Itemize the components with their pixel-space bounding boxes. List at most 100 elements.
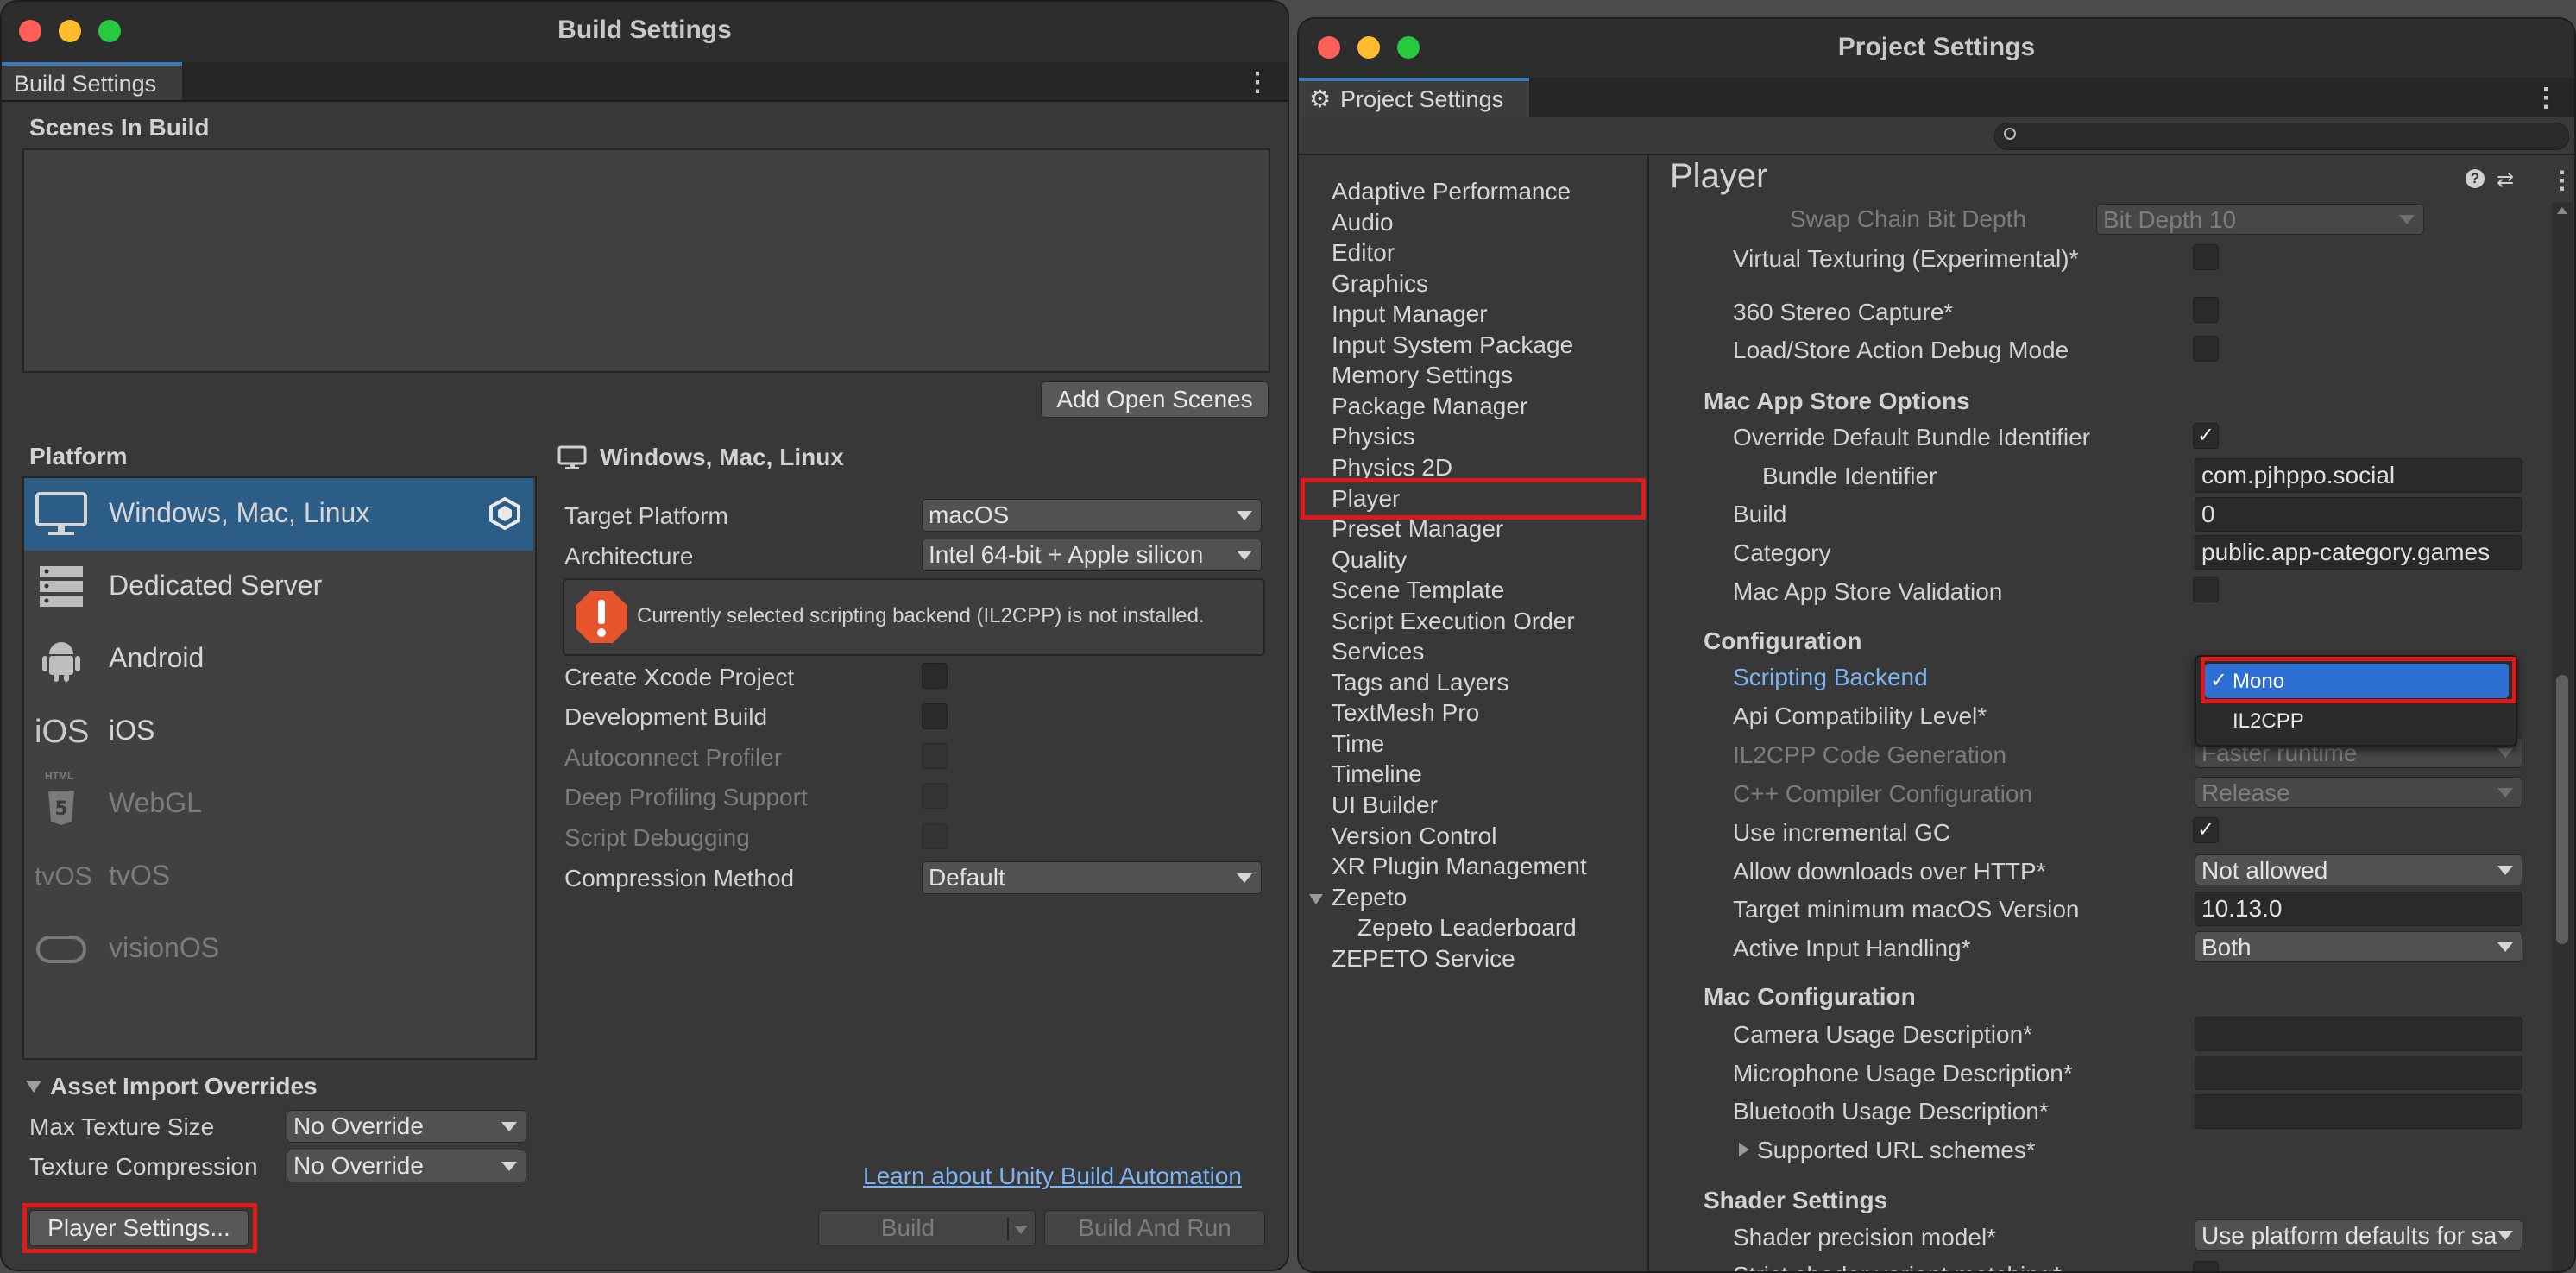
add-open-scenes-button[interactable]: Add Open Scenes: [1041, 381, 1269, 418]
nav-item[interactable]: Script Execution Order: [1332, 608, 1575, 635]
nav-item[interactable]: Editor: [1332, 239, 1395, 267]
panel-scrollbar[interactable]: [2552, 202, 2573, 1271]
virtual-texturing-checkbox[interactable]: [2193, 244, 2219, 270]
search-input[interactable]: [1994, 123, 2569, 150]
nav-item[interactable]: Services: [1332, 638, 1424, 665]
store-validation-checkbox[interactable]: [2193, 577, 2219, 602]
platform-item-android[interactable]: Android: [24, 623, 533, 696]
nav-item[interactable]: Timeline: [1332, 760, 1422, 788]
backend-warning-box: Currently selected scripting backend (IL…: [563, 578, 1265, 656]
texture-compression-label: Texture Compression: [29, 1153, 258, 1180]
more-options-icon[interactable]: ⋮: [2533, 83, 2559, 113]
platform-item-visionos[interactable]: visionOS: [24, 913, 533, 986]
nav-item[interactable]: XR Plugin Management: [1332, 853, 1587, 880]
dropdown-value: macOS: [929, 501, 1010, 528]
nav-item[interactable]: Input System Package: [1332, 331, 1573, 359]
shader-precision-dropdown[interactable]: Use platform defaults for sa: [2195, 1219, 2522, 1251]
preset-icon[interactable]: ⇄: [2497, 167, 2514, 192]
category-field[interactable]: public.app-category.games: [2195, 535, 2522, 570]
camera-usage-field[interactable]: [2195, 1017, 2522, 1051]
scrollbar-thumb[interactable]: [2556, 675, 2568, 944]
development-build-checkbox[interactable]: [922, 703, 948, 729]
nav-item[interactable]: Preset Manager: [1332, 515, 1503, 543]
platform-item-webgl[interactable]: 5 HTML WebGL: [24, 768, 533, 841]
target-macos-field[interactable]: 10.13.0: [2195, 892, 2522, 926]
platform-item-dedicated-server[interactable]: Dedicated Server: [24, 551, 533, 623]
more-options-icon[interactable]: ⋮: [1244, 67, 1270, 98]
nav-item[interactable]: Tags and Layers: [1332, 669, 1508, 696]
texture-compression-dropdown[interactable]: No Override: [287, 1150, 526, 1182]
more-options-icon[interactable]: ⋮: [2550, 166, 2574, 194]
chevron-down-icon: [1237, 873, 1252, 883]
project-titlebar[interactable]: Project Settings: [1299, 19, 2574, 79]
nav-item[interactable]: TextMesh Pro: [1332, 699, 1479, 727]
learn-build-automation-link[interactable]: Learn about Unity Build Automation: [863, 1163, 1242, 1190]
asset-import-overrides-header[interactable]: Asset Import Overrides: [50, 1073, 318, 1100]
nav-item[interactable]: Graphics: [1332, 270, 1428, 298]
stereo-capture-checkbox[interactable]: [2193, 297, 2219, 323]
incremental-gc-checkbox[interactable]: ✓: [2193, 817, 2219, 843]
nav-item[interactable]: Physics: [1332, 423, 1414, 451]
override-bundle-checkbox[interactable]: ✓: [2193, 423, 2219, 449]
tab-build-settings[interactable]: Build Settings: [2, 62, 183, 100]
url-schemes-label[interactable]: Supported URL schemes*: [1757, 1137, 2036, 1164]
expand-arrow-icon[interactable]: [1309, 894, 1323, 904]
target-platform-dropdown[interactable]: macOS: [922, 499, 1262, 532]
project-tabbar: ⚙ Project Settings ⋮: [1299, 78, 2574, 119]
architecture-dropdown[interactable]: Intel 64-bit + Apple silicon: [922, 539, 1262, 571]
build-number-field[interactable]: 0: [2195, 497, 2522, 532]
nav-item[interactable]: Package Manager: [1332, 393, 1527, 420]
dropdown-value: Not allowed: [2201, 857, 2328, 884]
tab-project-settings[interactable]: ⚙ Project Settings: [1299, 78, 1530, 117]
nav-item[interactable]: Scene Template: [1332, 577, 1504, 604]
nav-item[interactable]: Memory Settings: [1332, 362, 1513, 389]
chevron-down-icon: [2497, 942, 2513, 952]
player-settings-panel: Swap Chain Bit Depth Bit Depth 10 Virtua…: [1649, 202, 2550, 1271]
nav-item[interactable]: Audio: [1332, 209, 1394, 236]
scripting-backend-label: Scripting Backend: [1733, 664, 1928, 690]
nav-item[interactable]: Version Control: [1332, 822, 1496, 850]
target-platform-label: Target Platform: [564, 502, 728, 529]
max-texture-size-label: Max Texture Size: [29, 1113, 215, 1140]
foldout-arrow-icon[interactable]: [26, 1081, 41, 1093]
compression-method-dropdown[interactable]: Default: [922, 861, 1262, 894]
platform-item-windows-mac-linux[interactable]: Windows, Mac, Linux: [24, 478, 533, 551]
active-input-label: Active Input Handling*: [1733, 935, 1971, 961]
platform-label: Dedicated Server: [109, 570, 323, 601]
nav-item[interactable]: Time: [1332, 730, 1384, 758]
allow-http-dropdown[interactable]: Not allowed: [2195, 854, 2522, 885]
foldout-arrow-icon[interactable]: [1739, 1143, 1749, 1156]
build-titlebar[interactable]: Build Settings: [2, 2, 1288, 64]
html5-icon: 5 HTML: [35, 770, 88, 829]
load-store-checkbox[interactable]: [2193, 336, 2219, 362]
nav-item[interactable]: Zepeto Leaderboard: [1357, 914, 1577, 942]
nav-item[interactable]: ZEPETO Service: [1332, 945, 1515, 973]
max-texture-size-dropdown[interactable]: No Override: [287, 1110, 526, 1143]
nav-item[interactable]: Adaptive Performance: [1332, 178, 1571, 205]
android-icon: [35, 635, 88, 684]
scroll-up-arrow[interactable]: [2557, 207, 2567, 214]
bluetooth-usage-field[interactable]: [2195, 1094, 2522, 1129]
bundle-id-field[interactable]: com.pjhppo.social: [2195, 458, 2522, 493]
nav-item[interactable]: UI Builder: [1332, 791, 1438, 819]
microphone-usage-field[interactable]: [2195, 1056, 2522, 1090]
load-store-label: Load/Store Action Debug Mode: [1733, 337, 2069, 363]
scenes-list[interactable]: [22, 148, 1270, 373]
create-xcode-project-checkbox[interactable]: [922, 663, 948, 689]
html5-icon-caption: HTML: [45, 770, 74, 782]
nav-item-zepeto[interactable]: Zepeto: [1332, 884, 1407, 911]
platform-label: WebGL: [109, 787, 202, 818]
build-settings-window: Build Settings Build Settings ⋮ Scenes I…: [0, 0, 1289, 1271]
warning-icon: [573, 589, 630, 646]
chevron-down-icon: [2497, 1231, 2513, 1240]
active-input-dropdown[interactable]: Both: [2195, 931, 2522, 962]
nav-item[interactable]: Quality: [1332, 546, 1407, 574]
popup-option-il2cpp[interactable]: IL2CPP: [2205, 703, 2509, 738]
platform-item-tvos[interactable]: tvOS tvOS: [24, 841, 533, 913]
strict-shader-checkbox[interactable]: [2193, 1261, 2219, 1271]
nav-item[interactable]: Input Manager: [1332, 300, 1488, 328]
chevron-down-icon: [501, 1162, 517, 1171]
build-button-label: Build: [880, 1214, 935, 1241]
platform-item-ios[interactable]: iOS iOS: [24, 696, 533, 768]
help-icon[interactable]: ?: [2466, 169, 2485, 188]
